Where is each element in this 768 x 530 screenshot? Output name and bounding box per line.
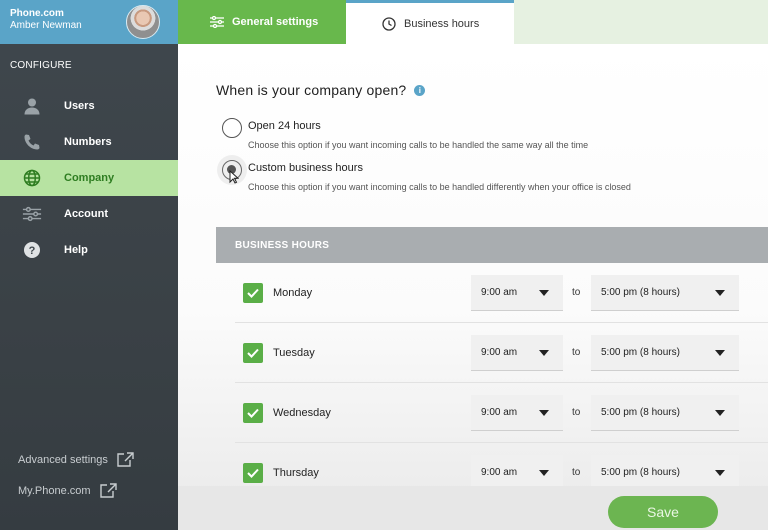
to-time-value: 5:00 pm (8 hours) xyxy=(601,467,680,478)
from-time-value: 9:00 am xyxy=(481,287,518,298)
external-link-icon xyxy=(117,451,134,467)
to-time-value: 5:00 pm (8 hours) xyxy=(601,347,680,358)
chevron-down-icon xyxy=(715,410,725,416)
chevron-down-icon xyxy=(715,470,725,476)
day-checkbox[interactable] xyxy=(243,343,263,363)
sidebar-nav: Users Numbers Company Account ? Help xyxy=(0,88,178,268)
mouse-cursor-icon xyxy=(229,170,239,184)
sidebar-item-label: Help xyxy=(64,244,88,256)
sidebar-item-label: Company xyxy=(64,172,115,184)
page-title: When is your company open? i xyxy=(216,82,426,98)
to-time-value: 5:00 pm (8 hours) xyxy=(601,407,680,418)
footer-bar: Save xyxy=(178,486,768,530)
day-checkbox[interactable] xyxy=(243,403,263,423)
advanced-settings-label: Advanced settings xyxy=(18,453,108,466)
from-time-select[interactable]: 9:00 am xyxy=(471,275,563,311)
sidebar-item-label: Numbers xyxy=(64,136,112,148)
to-time-select[interactable]: 5:00 pm (8 hours) xyxy=(591,395,739,431)
to-label: to xyxy=(572,407,581,418)
to-time-select[interactable]: 5:00 pm (8 hours) xyxy=(591,275,739,311)
clock-icon xyxy=(382,16,396,31)
external-link-icon xyxy=(99,482,117,498)
svg-text:?: ? xyxy=(29,245,36,257)
to-label: to xyxy=(572,467,581,478)
from-time-value: 9:00 am xyxy=(481,347,518,358)
checkmark-icon xyxy=(247,348,259,358)
to-label: to xyxy=(572,287,581,298)
phone-icon xyxy=(22,132,42,152)
radio-open-24-hours[interactable] xyxy=(222,118,242,138)
main-content: When is your company open? i Open 24 hou… xyxy=(178,44,768,530)
chevron-down-icon xyxy=(715,350,725,356)
table-row: Monday 9:00 am to 5:00 pm (8 hours) xyxy=(235,263,768,323)
sidebar-footer: Advanced settings My.Phone.com xyxy=(18,444,134,506)
sliders-icon xyxy=(22,204,42,224)
chevron-down-icon xyxy=(539,350,549,356)
from-time-select[interactable]: 9:00 am xyxy=(471,335,563,371)
tab-label: Business hours xyxy=(404,17,480,30)
chevron-down-icon xyxy=(715,290,725,296)
user-icon xyxy=(22,96,42,116)
to-time-value: 5:00 pm (8 hours) xyxy=(601,287,680,298)
sidebar-item-company[interactable]: Company xyxy=(0,160,178,196)
chevron-down-icon xyxy=(539,470,549,476)
question-text: When is your company open? xyxy=(216,82,407,98)
option-title: Open 24 hours xyxy=(248,120,321,132)
sidebar-item-numbers[interactable]: Numbers xyxy=(0,124,178,160)
tab-business-hours[interactable]: Business hours xyxy=(346,0,514,44)
checkmark-icon xyxy=(247,468,259,478)
sidebar-item-account[interactable]: Account xyxy=(0,196,178,232)
configure-label: CONFIGURE xyxy=(10,60,72,71)
settings-sliders-icon xyxy=(210,16,224,28)
option-description: Choose this option if you want incoming … xyxy=(248,182,631,192)
from-time-value: 9:00 am xyxy=(481,467,518,478)
account-header[interactable]: Phone.com Amber Newman xyxy=(0,0,178,44)
table-row: Tuesday 9:00 am to 5:00 pm (8 hours) xyxy=(235,323,768,383)
day-label: Wednesday xyxy=(273,407,331,419)
tab-general-settings[interactable]: General settings xyxy=(178,0,346,44)
avatar[interactable] xyxy=(126,5,160,39)
day-checkbox[interactable] xyxy=(243,283,263,303)
advanced-settings-link[interactable]: Advanced settings xyxy=(18,444,134,475)
to-time-select[interactable]: 5:00 pm (8 hours) xyxy=(591,335,739,371)
tab-bar: General settings Business hours xyxy=(178,0,768,44)
info-icon[interactable]: i xyxy=(414,84,426,96)
to-label: to xyxy=(572,347,581,358)
option-description: Choose this option if you want incoming … xyxy=(248,140,589,150)
chevron-down-icon xyxy=(539,410,549,416)
save-button[interactable]: Save xyxy=(608,496,718,528)
day-label: Thursday xyxy=(273,467,319,479)
sidebar: Phone.com Amber Newman CONFIGURE Users N… xyxy=(0,0,178,530)
sidebar-item-label: Users xyxy=(64,100,95,112)
business-hours-header: BUSINESS HOURS xyxy=(216,227,768,263)
from-time-select[interactable]: 9:00 am xyxy=(471,395,563,431)
sidebar-item-help[interactable]: ? Help xyxy=(0,232,178,268)
day-label: Monday xyxy=(273,287,313,299)
help-icon: ? xyxy=(22,240,42,260)
from-time-value: 9:00 am xyxy=(481,407,518,418)
chevron-down-icon xyxy=(539,290,549,296)
checkmark-icon xyxy=(247,288,259,298)
sidebar-item-label: Account xyxy=(64,208,108,220)
globe-icon xyxy=(22,168,42,188)
my-phone-com-link[interactable]: My.Phone.com xyxy=(18,475,134,506)
option-title: Custom business hours xyxy=(248,162,363,174)
sidebar-item-users[interactable]: Users xyxy=(0,88,178,124)
table-row: Wednesday 9:00 am to 5:00 pm (8 hours) xyxy=(235,383,768,443)
tab-label: General settings xyxy=(232,16,319,28)
day-checkbox[interactable] xyxy=(243,463,263,483)
my-phone-com-label: My.Phone.com xyxy=(18,484,91,497)
day-label: Tuesday xyxy=(273,347,315,359)
checkmark-icon xyxy=(247,408,259,418)
